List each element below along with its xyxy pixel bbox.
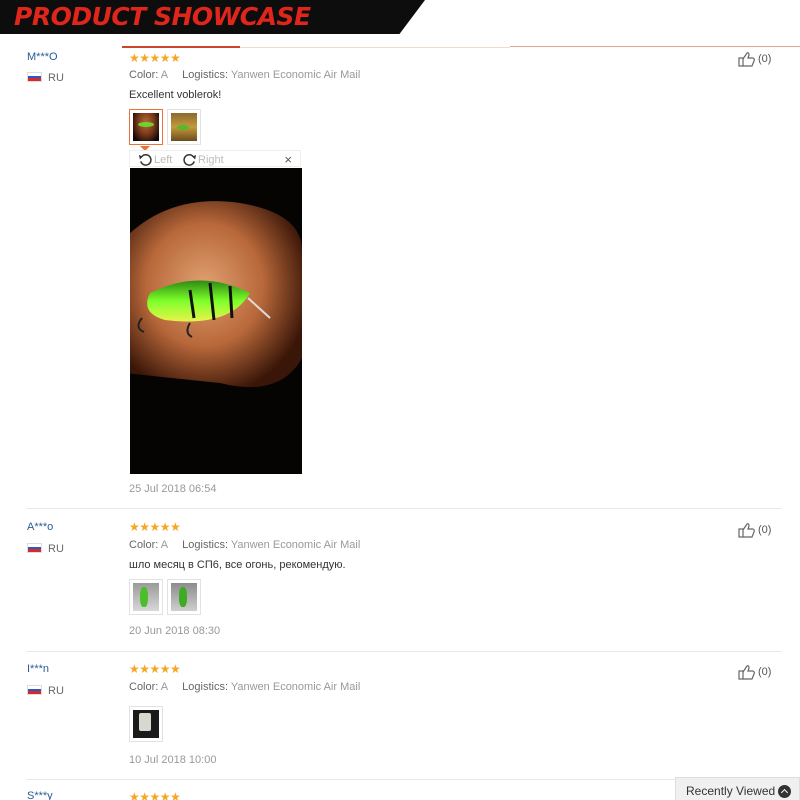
photo-viewer-toolbar: Left Right × xyxy=(129,150,301,167)
star-rating: ★★★★★ xyxy=(129,520,181,534)
review-photo-thumbnail[interactable] xyxy=(129,579,163,615)
review-divider xyxy=(26,779,782,780)
russia-flag-icon xyxy=(27,685,42,695)
review-text: шло месяц в СП6, все огонь, рекомендую. xyxy=(129,559,346,571)
color-value: A xyxy=(160,539,169,551)
review-date: 20 Jun 2018 08:30 xyxy=(129,625,221,637)
like-button[interactable]: (0) xyxy=(738,51,771,67)
star-rating: ★★★★★ xyxy=(129,662,181,676)
order-info: Color: A Logistics: Yanwen Economic Air M… xyxy=(129,539,361,551)
review-divider xyxy=(26,508,782,509)
like-count: (0) xyxy=(758,666,772,678)
thumbs-up-icon xyxy=(738,665,755,680)
like-count: (0) xyxy=(758,53,772,65)
close-icon[interactable]: × xyxy=(284,151,292,168)
like-button[interactable]: (0) xyxy=(738,522,771,538)
logistics-value: Yanwen Economic Air Mail xyxy=(230,69,361,81)
divider xyxy=(510,46,800,47)
review-photo-large xyxy=(130,168,302,474)
russia-flag-icon xyxy=(27,72,42,82)
reviewer-country: RU xyxy=(48,72,64,84)
color-value: A xyxy=(160,69,169,81)
rotate-right-button[interactable]: Right xyxy=(182,152,224,167)
reviewer-name[interactable]: A***o xyxy=(27,521,53,533)
reviewer-country: RU xyxy=(48,543,64,555)
review-date: 10 Jul 2018 10:00 xyxy=(129,754,217,766)
reviewer-name[interactable]: M***O xyxy=(27,51,58,63)
divider xyxy=(240,47,510,48)
banner-title: PRODUCT SHOWCASE xyxy=(14,2,311,31)
star-rating: ★★★★★ xyxy=(129,51,181,65)
review-photo-thumbnail[interactable] xyxy=(129,706,163,742)
logistics-value: Yanwen Economic Air Mail xyxy=(230,539,361,551)
thumbs-up-icon xyxy=(738,523,755,538)
reviewer-name[interactable]: S***y xyxy=(27,790,53,800)
recently-viewed-label: Recently Viewed xyxy=(686,784,776,798)
logistics-value: Yanwen Economic Air Mail xyxy=(230,681,361,693)
rotate-left-icon xyxy=(138,154,152,166)
reviewer-country: RU xyxy=(48,685,64,697)
russia-flag-icon xyxy=(27,543,42,553)
divider xyxy=(122,46,240,48)
review-photo-thumbnail[interactable] xyxy=(167,109,201,145)
rotate-left-button[interactable]: Left xyxy=(138,152,172,167)
review-photo-thumbnail[interactable] xyxy=(167,579,201,615)
color-value: A xyxy=(160,681,169,693)
review-divider xyxy=(26,651,782,652)
review-date: 25 Jul 2018 06:54 xyxy=(129,483,217,495)
review-text: Excellent voblerok! xyxy=(129,89,222,101)
product-showcase-banner: PRODUCT SHOWCASE xyxy=(0,0,800,34)
order-info: Color: A Logistics: Yanwen Economic Air M… xyxy=(129,681,361,693)
chevron-up-icon[interactable] xyxy=(778,785,791,798)
review-photo-thumbnail[interactable] xyxy=(129,109,163,145)
like-count: (0) xyxy=(758,524,772,536)
like-button[interactable]: (0) xyxy=(738,664,771,680)
star-rating: ★★★★★ xyxy=(129,790,181,800)
order-info: Color: A Logistics: Yanwen Economic Air M… xyxy=(129,69,361,81)
reviewer-name[interactable]: I***n xyxy=(27,663,49,675)
recently-viewed-tab[interactable]: Recently Viewed xyxy=(675,777,800,800)
rotate-right-icon xyxy=(183,154,197,166)
thumbs-up-icon xyxy=(738,52,755,67)
